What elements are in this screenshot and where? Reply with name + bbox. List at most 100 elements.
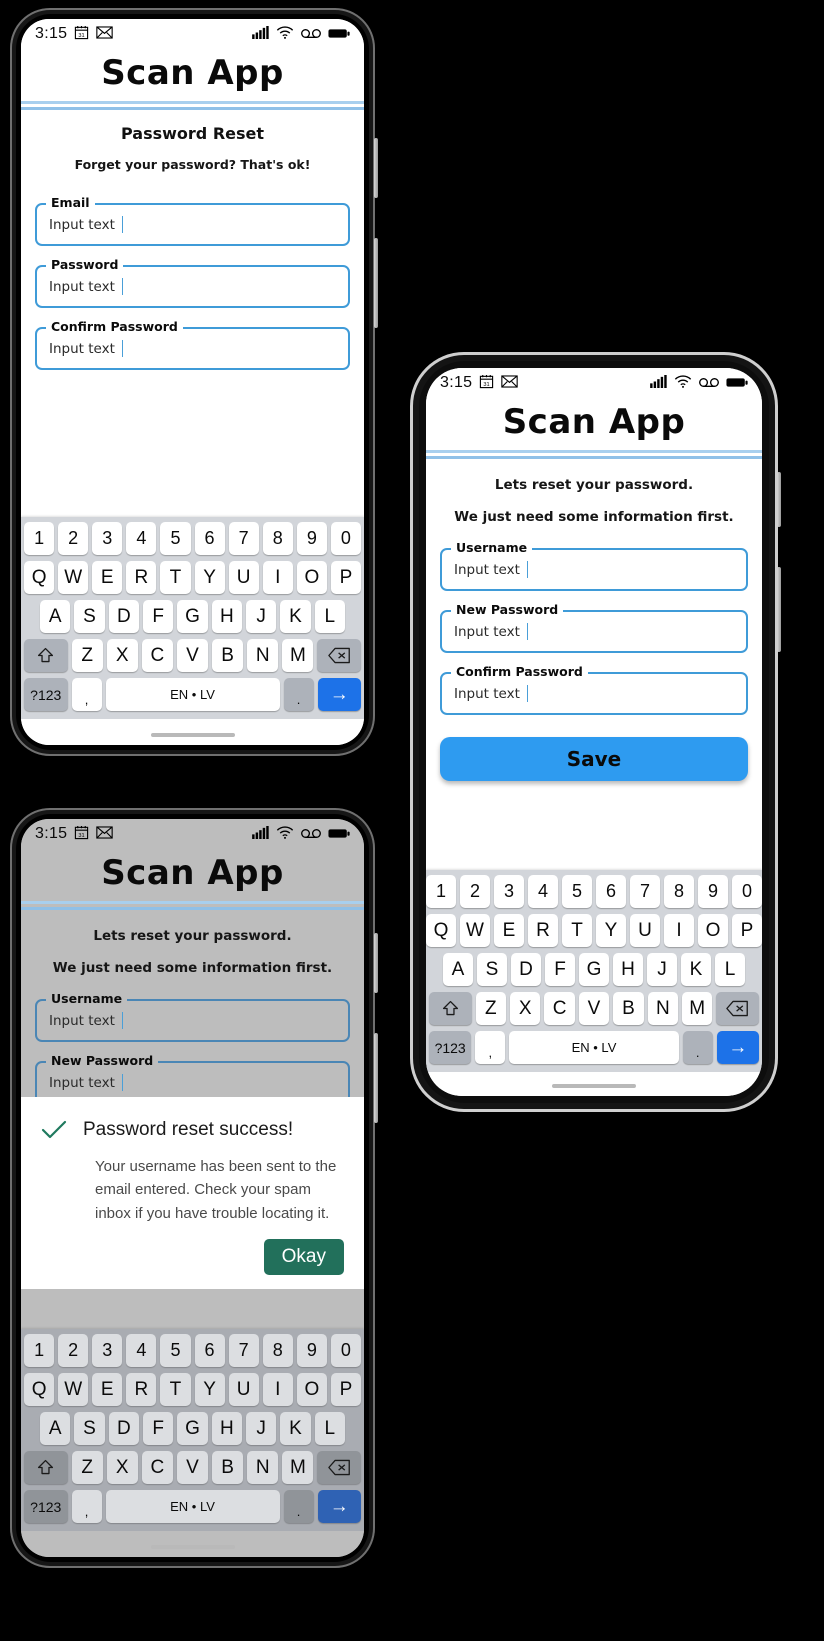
key-3[interactable]: 3: [92, 1334, 123, 1367]
volume-button[interactable]: [374, 238, 378, 328]
key-4[interactable]: 4: [126, 522, 157, 555]
key-c[interactable]: C: [141, 639, 173, 672]
key-b[interactable]: B: [212, 639, 244, 672]
key-s[interactable]: S: [477, 953, 507, 986]
key-e[interactable]: E: [92, 561, 123, 594]
key-4[interactable]: 4: [126, 1334, 157, 1367]
key-6[interactable]: 6: [194, 522, 225, 555]
key-b[interactable]: B: [212, 1451, 244, 1484]
key-h[interactable]: H: [211, 600, 242, 633]
key-n[interactable]: N: [647, 992, 679, 1025]
space-key[interactable]: EN • LV: [105, 1490, 280, 1523]
key-k[interactable]: K: [280, 1412, 311, 1445]
key-v[interactable]: V: [176, 639, 209, 672]
space-key[interactable]: EN • LV: [105, 678, 280, 711]
key-2[interactable]: 2: [460, 875, 490, 908]
confirm-password-field[interactable]: Confirm Password Input text: [35, 319, 350, 370]
key-x[interactable]: X: [106, 1451, 138, 1484]
period-key[interactable]: .: [283, 1490, 314, 1523]
period-key[interactable]: .: [682, 1031, 713, 1064]
comma-key[interactable]: ,: [71, 1490, 102, 1523]
key-p[interactable]: P: [330, 1373, 361, 1406]
key-3[interactable]: 3: [494, 875, 524, 908]
key-2[interactable]: 2: [58, 522, 89, 555]
key-4[interactable]: 4: [528, 875, 558, 908]
power-button[interactable]: [374, 138, 378, 198]
key-t[interactable]: T: [562, 914, 592, 947]
key-o[interactable]: O: [698, 914, 728, 947]
key-7[interactable]: 7: [228, 1334, 259, 1367]
key-a[interactable]: A: [40, 1412, 71, 1445]
key-w[interactable]: W: [58, 1373, 89, 1406]
key-e[interactable]: E: [494, 914, 524, 947]
key-5[interactable]: 5: [562, 875, 592, 908]
key-r[interactable]: R: [528, 914, 558, 947]
key-3[interactable]: 3: [92, 522, 123, 555]
key-w[interactable]: W: [58, 561, 89, 594]
key-g[interactable]: G: [177, 1412, 208, 1445]
key-6[interactable]: 6: [596, 875, 626, 908]
key-z[interactable]: Z: [71, 639, 103, 672]
enter-key[interactable]: →: [716, 1031, 759, 1064]
numeric-mode-key[interactable]: ?123: [24, 678, 68, 711]
key-m[interactable]: M: [682, 992, 713, 1025]
numeric-mode-key[interactable]: ?123: [429, 1031, 472, 1064]
key-w[interactable]: W: [460, 914, 490, 947]
key-1[interactable]: 1: [24, 1334, 55, 1367]
key-v[interactable]: V: [176, 1451, 209, 1484]
key-h[interactable]: H: [613, 953, 643, 986]
key-q[interactable]: Q: [24, 561, 55, 594]
period-key[interactable]: .: [283, 678, 314, 711]
key-f[interactable]: F: [545, 953, 575, 986]
key-t[interactable]: T: [160, 1373, 191, 1406]
key-7[interactable]: 7: [630, 875, 660, 908]
comma-key[interactable]: ,: [71, 678, 102, 711]
key-g[interactable]: G: [177, 600, 208, 633]
key-n[interactable]: N: [247, 639, 279, 672]
key-7[interactable]: 7: [228, 522, 259, 555]
on-screen-keyboard[interactable]: 1 2 3 4 5 6 7 8 9 0 Q W E R T Y U I O P …: [426, 870, 762, 1072]
key-x[interactable]: X: [509, 992, 541, 1025]
key-m[interactable]: M: [282, 1451, 314, 1484]
key-5[interactable]: 5: [160, 1334, 191, 1367]
confirm-password-field[interactable]: Confirm Password Input text: [440, 664, 748, 715]
enter-key[interactable]: →: [317, 1490, 361, 1523]
key-r[interactable]: R: [126, 561, 157, 594]
shift-icon[interactable]: [23, 1451, 68, 1484]
volume-button[interactable]: [374, 1033, 378, 1123]
key-x[interactable]: X: [106, 639, 138, 672]
username-field[interactable]: Username Input text: [35, 991, 350, 1042]
key-p[interactable]: P: [732, 914, 762, 947]
key-i[interactable]: I: [262, 561, 293, 594]
key-q[interactable]: Q: [426, 914, 456, 947]
key-j[interactable]: J: [245, 600, 277, 633]
key-f[interactable]: F: [143, 600, 174, 633]
backspace-icon[interactable]: [317, 639, 362, 672]
power-button[interactable]: [777, 472, 781, 527]
power-button[interactable]: [374, 933, 378, 993]
on-screen-keyboard[interactable]: 1 2 3 4 5 6 7 8 9 0 Q W E R T Y U I O P …: [21, 517, 364, 719]
key-o[interactable]: O: [296, 561, 327, 594]
password-field[interactable]: Password Input text: [35, 257, 350, 308]
key-m[interactable]: M: [282, 639, 314, 672]
save-button[interactable]: Save: [440, 737, 748, 781]
key-f[interactable]: F: [143, 1412, 174, 1445]
key-l[interactable]: L: [715, 953, 745, 986]
key-j[interactable]: J: [245, 1412, 277, 1445]
space-key[interactable]: EN • LV: [509, 1031, 679, 1064]
key-5[interactable]: 5: [160, 522, 191, 555]
key-k[interactable]: K: [280, 600, 311, 633]
key-6[interactable]: 6: [194, 1334, 225, 1367]
backspace-icon[interactable]: [317, 1451, 362, 1484]
key-b[interactable]: B: [613, 992, 644, 1025]
on-screen-keyboard[interactable]: 1 2 3 4 5 6 7 8 9 0 Q W E R T Y U I O P …: [21, 1329, 364, 1531]
numeric-mode-key[interactable]: ?123: [24, 1490, 68, 1523]
key-d[interactable]: D: [511, 953, 541, 986]
key-8[interactable]: 8: [262, 1334, 293, 1367]
key-o[interactable]: O: [296, 1373, 327, 1406]
key-p[interactable]: P: [330, 561, 361, 594]
key-t[interactable]: T: [160, 561, 191, 594]
key-e[interactable]: E: [92, 1373, 123, 1406]
enter-key[interactable]: →: [317, 678, 361, 711]
key-n[interactable]: N: [247, 1451, 279, 1484]
